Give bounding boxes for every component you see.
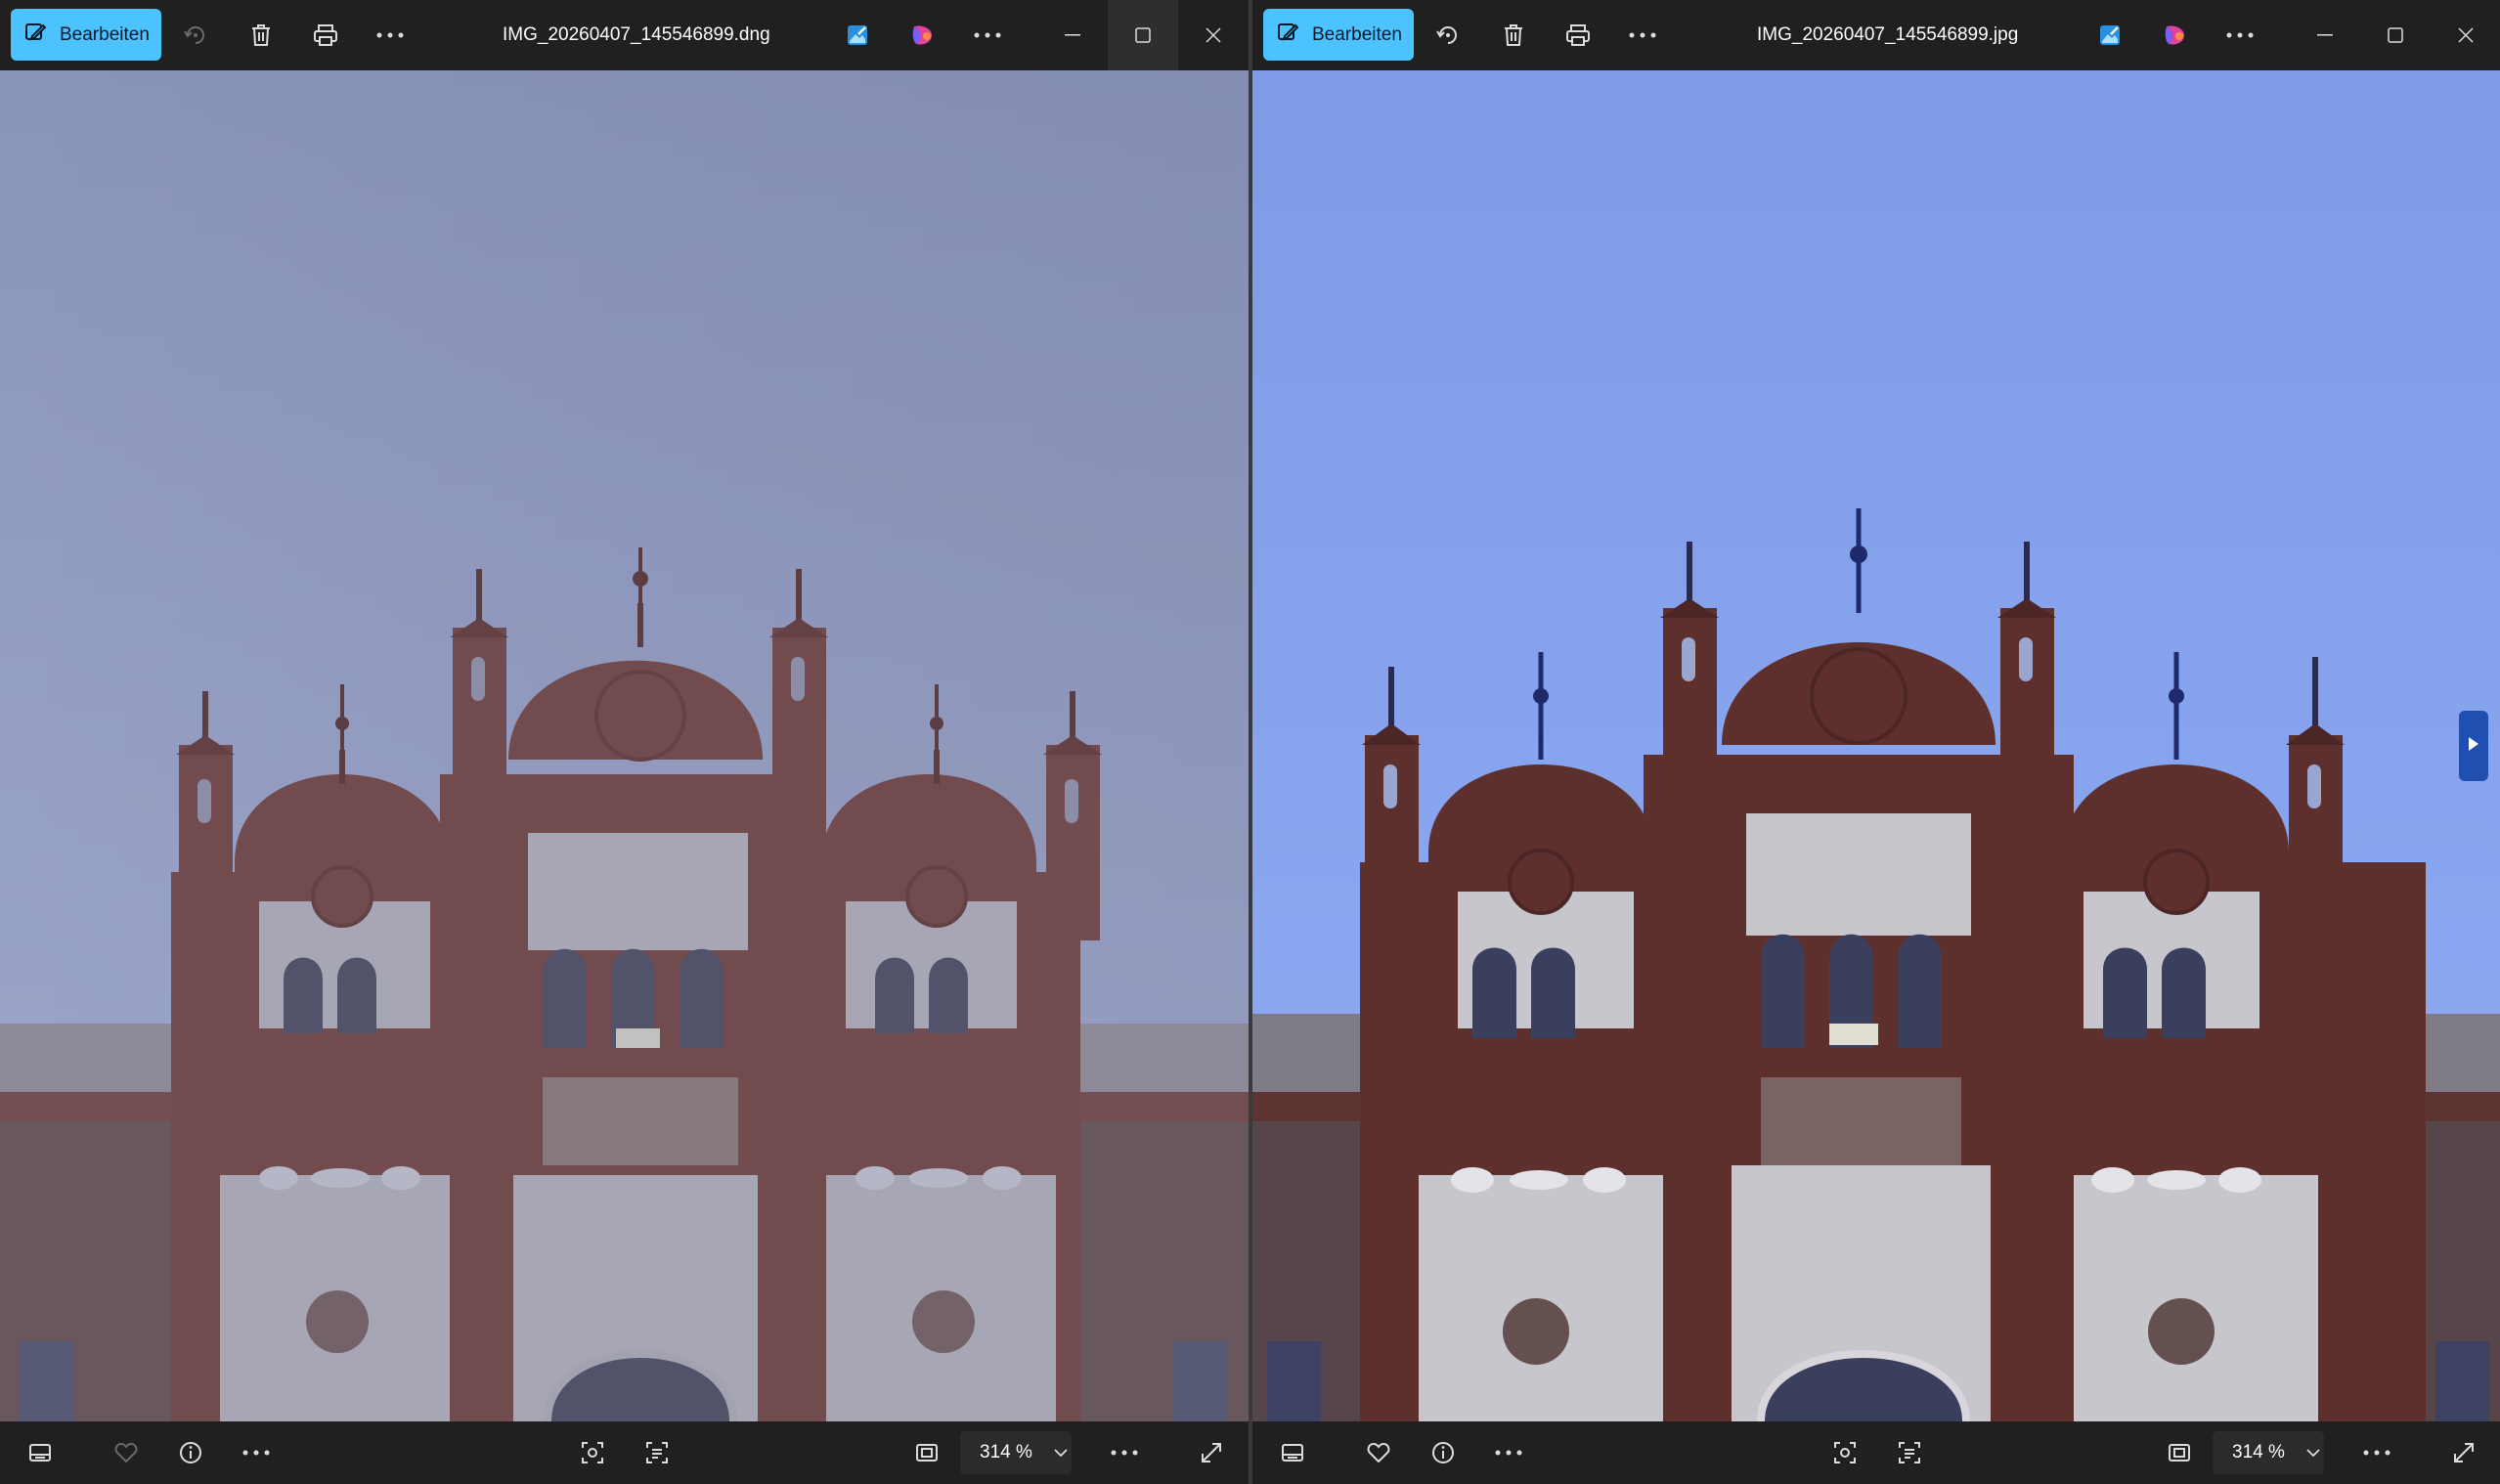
fullscreen-icon[interactable] <box>2442 1431 2485 1474</box>
minimize-icon[interactable] <box>2290 0 2360 70</box>
photo-canvas[interactable] <box>0 70 1249 1421</box>
text-scan-icon[interactable] <box>1888 1431 1931 1474</box>
edit-image-icon[interactable] <box>836 14 879 57</box>
next-image-button[interactable] <box>2459 711 2488 781</box>
photo-canvas[interactable] <box>1252 70 2500 1421</box>
bottom-bar: 314 % <box>1252 1421 2500 1484</box>
maximize-icon[interactable] <box>2360 0 2431 70</box>
chevron-down-icon <box>1054 1444 1068 1462</box>
photo-image <box>1252 70 2500 1421</box>
file-name: IMG_20260407_145546899.jpg <box>1757 24 2019 45</box>
edit-button[interactable]: Bearbeiten <box>1263 9 1414 61</box>
photo-image <box>0 70 1249 1421</box>
zoom-dropdown[interactable]: 314 % <box>2213 1431 2324 1474</box>
more-icon[interactable] <box>966 14 1009 57</box>
favorite-icon[interactable] <box>105 1431 148 1474</box>
photo-viewer-dng: Bearbeiten IMG_20260407_145546899.dng 31… <box>0 0 1249 1484</box>
title-bar: Bearbeiten IMG_20260407_145546899.dng <box>0 0 1249 70</box>
zoom-value: 314 % <box>980 1442 1032 1462</box>
text-scan-icon[interactable] <box>636 1431 679 1474</box>
chevron-down-icon <box>2306 1444 2320 1462</box>
filmstrip-icon[interactable] <box>1271 1431 1314 1474</box>
fit-screen-icon[interactable] <box>2158 1431 2201 1474</box>
minimize-icon[interactable] <box>1037 0 1108 70</box>
print-icon[interactable] <box>304 14 347 57</box>
info-icon[interactable] <box>169 1431 212 1474</box>
ai-copilot-icon[interactable] <box>2154 14 2197 57</box>
edit-icon <box>1277 22 1299 48</box>
bottom-bar: 314 % <box>0 1421 1249 1484</box>
delete-icon[interactable] <box>1492 14 1535 57</box>
visual-search-icon[interactable] <box>1823 1431 1866 1474</box>
edit-image-icon[interactable] <box>2088 14 2131 57</box>
favorite-icon[interactable] <box>1357 1431 1400 1474</box>
screen: Bearbeiten IMG_20260407_145546899.dng 31… <box>0 0 2500 1484</box>
zoom-dropdown[interactable]: 314 % <box>960 1431 1072 1474</box>
close-icon[interactable] <box>2431 0 2500 70</box>
edit-icon <box>24 22 47 48</box>
print-icon[interactable] <box>1557 14 1600 57</box>
more-icon[interactable] <box>2355 1431 2398 1474</box>
rotate-icon[interactable] <box>174 14 217 57</box>
maximize-icon[interactable] <box>1108 0 1178 70</box>
edit-button-label: Bearbeiten <box>1312 23 1402 45</box>
more-icon[interactable] <box>2218 14 2261 57</box>
fullscreen-icon[interactable] <box>1190 1431 1233 1474</box>
more-icon[interactable] <box>235 1431 278 1474</box>
more-icon[interactable] <box>1621 14 1664 57</box>
visual-search-icon[interactable] <box>571 1431 614 1474</box>
rotate-icon[interactable] <box>1426 14 1469 57</box>
zoom-value: 314 % <box>2232 1442 2285 1462</box>
title-bar: Bearbeiten IMG_20260407_145546899.jpg <box>1252 0 2500 70</box>
close-icon[interactable] <box>1178 0 1249 70</box>
info-icon[interactable] <box>1422 1431 1465 1474</box>
filmstrip-icon[interactable] <box>19 1431 62 1474</box>
delete-icon[interactable] <box>240 14 283 57</box>
more-icon[interactable] <box>1103 1431 1146 1474</box>
photo-viewer-jpg: Bearbeiten IMG_20260407_145546899.jpg 31… <box>1252 0 2500 1484</box>
more-icon[interactable] <box>369 14 412 57</box>
edit-button-label: Bearbeiten <box>60 23 150 45</box>
more-icon[interactable] <box>1487 1431 1530 1474</box>
edit-button[interactable]: Bearbeiten <box>11 9 161 61</box>
ai-copilot-icon[interactable] <box>901 14 944 57</box>
chevron-right-icon <box>2468 736 2479 757</box>
fit-screen-icon[interactable] <box>905 1431 948 1474</box>
file-name: IMG_20260407_145546899.dng <box>503 24 770 45</box>
